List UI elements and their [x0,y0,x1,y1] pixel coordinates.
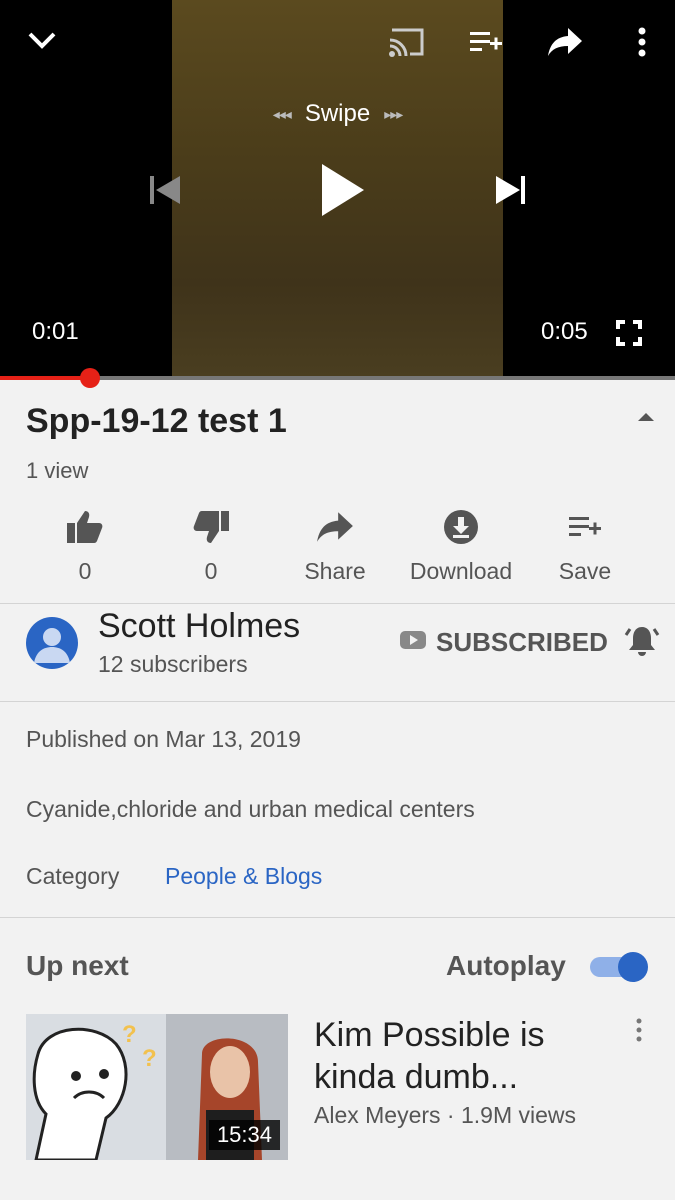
previous-icon[interactable] [148,174,182,206]
add-to-queue-icon[interactable] [468,28,504,56]
subscribed-label: SUBSCRIBED [436,627,608,657]
youtube-icon [400,631,426,654]
swipe-hint: ◂◂◂ Swipe ▸▸▸ [0,100,675,128]
more-vert-icon[interactable] [636,26,648,58]
progress-scrubber[interactable] [80,368,100,388]
description-section: Published on Mar 13, 2019 Cyanide,chlori… [0,702,675,918]
dislike-count: 0 [204,558,218,584]
category-label: Category [26,863,120,889]
video-duration: 15:34 [208,1120,280,1150]
up-next-item[interactable]: ? ? 15:34 Kim Possible is kinda dumb... … [26,1014,666,1162]
collapse-triangle-icon[interactable] [636,410,656,428]
download-button[interactable]: Download [398,508,524,585]
notification-bell-icon[interactable] [624,623,660,664]
thumb-up-icon [22,508,148,546]
like-button[interactable]: 0 [22,508,148,585]
description-text: Cyanide,chloride and urban medical cente… [26,796,475,822]
save-label: Save [558,558,612,584]
cast-icon[interactable] [388,26,426,58]
subscriber-count: 12 subscribers [98,651,248,677]
download-icon [398,508,524,546]
avatar[interactable] [26,617,78,669]
share-label: Share [304,558,366,584]
swipe-right-arrows: ▸▸▸ [384,106,403,123]
progress-track[interactable] [0,376,675,380]
duration: 0:05 [541,318,588,345]
svg-text:?: ? [142,1045,157,1072]
share-icon [272,508,398,546]
more-vert-icon[interactable] [634,1018,644,1047]
swipe-label: Swipe [304,100,371,127]
channel-name[interactable]: Scott Holmes [98,607,300,646]
up-next-heading: Up next [26,950,129,981]
save-button[interactable]: Save [522,508,648,585]
subscribed-button[interactable]: SUBSCRIBED [400,627,608,658]
like-count: 0 [78,558,92,584]
up-next-title[interactable]: Kim Possible is kinda dumb... [314,1014,604,1098]
next-icon[interactable] [494,174,528,206]
published-date: Published on Mar 13, 2019 [26,726,301,752]
autoplay-toggle-knob [618,952,648,982]
up-next-meta: Alex Meyers · 1.9M views [314,1102,577,1128]
autoplay-toggle[interactable] [590,952,650,982]
download-label: Download [409,558,513,584]
swipe-left-arrows: ◂◂◂ [272,106,292,123]
category-link[interactable]: People & Blogs [165,863,322,890]
dislike-button[interactable]: 0 [148,508,274,585]
fullscreen-icon[interactable] [616,320,642,346]
svg-text:?: ? [122,1021,137,1048]
autoplay-label: Autoplay [446,950,566,981]
thumb-down-icon [148,508,274,546]
current-time: 0:01 [32,318,79,345]
video-thumbnail[interactable]: ? ? 15:34 [26,1014,288,1160]
video-title: Spp-19-12 test 1 [26,402,287,440]
playlist-add-icon [522,508,648,546]
share-icon[interactable] [546,26,584,58]
share-button[interactable]: Share [272,508,398,585]
video-player[interactable]: ◂◂◂ Swipe ▸▸▸ 0:01 0:05 [0,0,675,378]
play-icon[interactable] [318,162,366,218]
progress-fill [0,376,90,380]
channel-row: Scott Holmes 12 subscribers SUBSCRIBED [0,603,675,702]
chevron-down-icon[interactable] [26,26,58,54]
view-count: 1 view [26,458,89,483]
